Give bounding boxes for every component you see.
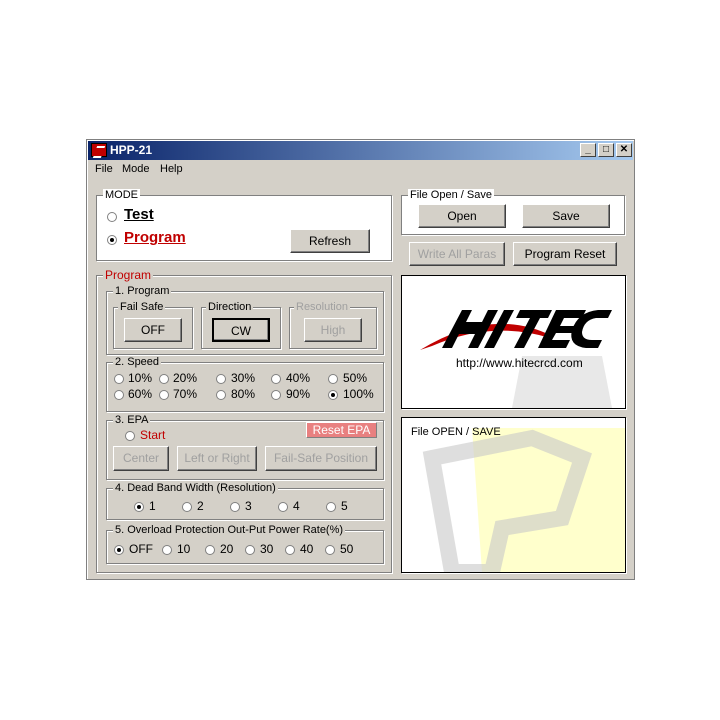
speed-radio-20[interactable]	[159, 374, 169, 384]
epa-left-right-button[interactable]: Left or Right	[177, 446, 257, 471]
window-title: HPP-21	[110, 143, 153, 157]
save-button[interactable]: Save	[522, 204, 610, 228]
overload-radio-50[interactable]	[325, 545, 335, 555]
dead-band-label-3: 3	[245, 499, 252, 513]
fail-safe-group: Fail Safe OFF	[113, 301, 193, 349]
file-legend: File Open / Save	[408, 189, 494, 201]
mode-legend: MODE	[103, 189, 140, 201]
speed-legend: 2. Speed	[113, 356, 162, 368]
fail-safe-legend: Fail Safe	[118, 301, 166, 313]
overload-label-10: 10	[177, 542, 191, 556]
menu-bar: File Mode Help	[88, 160, 633, 180]
speed-label-40: 40%	[286, 371, 311, 385]
speed-radio-50[interactable]	[328, 374, 338, 384]
program-mode-label: Program	[124, 229, 186, 246]
maximize-button[interactable]: □	[598, 143, 614, 157]
dead-band-label-5: 5	[341, 499, 348, 513]
program-settings-legend: 1. Program	[113, 285, 172, 297]
menu-file[interactable]: File	[95, 163, 113, 175]
close-button[interactable]: ✕	[616, 143, 632, 157]
dead-band-label-1: 1	[149, 499, 156, 513]
epa-start-radio[interactable]	[125, 431, 135, 441]
hitec-app-icon	[91, 143, 107, 157]
test-radio[interactable]	[107, 212, 117, 222]
write-all-paras-button[interactable]: Write All Paras	[409, 242, 505, 266]
open-button[interactable]: Open	[418, 204, 506, 228]
overload-label-off: OFF	[129, 542, 153, 556]
resolution-group: Resolution High	[289, 301, 377, 349]
speed-label-50: 50%	[343, 371, 368, 385]
overload-radio-40[interactable]	[285, 545, 295, 555]
program-legend: Program	[103, 268, 154, 282]
dead-band-radio-5[interactable]	[326, 502, 336, 512]
file-status-panel: File OPEN / SAVE	[401, 417, 626, 573]
epa-center-button[interactable]: Center	[113, 446, 169, 471]
speed-radio-90[interactable]	[271, 390, 281, 400]
overload-label-30: 30	[260, 542, 274, 556]
program-radio[interactable]	[107, 235, 117, 245]
overload-label-50: 50	[340, 542, 354, 556]
epa-legend: 3. EPA	[113, 414, 151, 426]
epa-group: 3. EPA Start Reset EPA Center Left or Ri…	[106, 414, 384, 480]
speed-radio-80[interactable]	[216, 390, 226, 400]
menu-mode[interactable]: Mode	[122, 163, 150, 175]
speed-radio-60[interactable]	[114, 390, 124, 400]
app-window: HPP-21 _ □ ✕ File Mode Help MODE Test Pr…	[86, 139, 635, 580]
reset-epa-button[interactable]: Reset EPA	[306, 422, 377, 438]
logo-panel: http://www.hitecrcd.com	[401, 275, 626, 409]
speed-radio-30[interactable]	[216, 374, 226, 384]
dead-band-group: 4. Dead Band Width (Resolution) 1 2 3 4 …	[106, 482, 384, 520]
epa-fail-safe-position-button[interactable]: Fail-Safe Position	[265, 446, 377, 471]
mode-group: MODE Test Program Refresh	[96, 189, 392, 261]
overload-label-20: 20	[220, 542, 234, 556]
title-bar[interactable]: HPP-21 _ □ ✕	[88, 141, 633, 160]
epa-start-label: Start	[140, 428, 166, 442]
speed-radio-40[interactable]	[271, 374, 281, 384]
overload-radio-30[interactable]	[245, 545, 255, 555]
refresh-button[interactable]: Refresh	[290, 229, 370, 253]
resolution-legend: Resolution	[294, 301, 350, 313]
speed-label-20: 20%	[173, 371, 198, 385]
overload-radio-20[interactable]	[205, 545, 215, 555]
watermark-graphic	[402, 418, 625, 572]
menu-help[interactable]: Help	[160, 163, 183, 175]
fail-safe-off-button[interactable]: OFF	[124, 318, 182, 342]
overload-radio-off[interactable]	[114, 545, 124, 555]
file-open-save-group: File Open / Save Open Save	[401, 189, 625, 235]
program-settings-group: 1. Program Fail Safe OFF Direction CW Re…	[106, 285, 384, 355]
dead-band-radio-2[interactable]	[182, 502, 192, 512]
speed-group: 2. Speed 10% 20% 30% 40% 50% 60% 70% 80%…	[106, 356, 384, 412]
file-status-label: File OPEN / SAVE	[411, 426, 501, 438]
speed-radio-10[interactable]	[114, 374, 124, 384]
test-label: Test	[124, 206, 154, 223]
dead-band-label-2: 2	[197, 499, 204, 513]
dead-band-radio-4[interactable]	[278, 502, 288, 512]
speed-radio-100[interactable]	[328, 390, 338, 400]
direction-cw-button[interactable]: CW	[212, 318, 270, 342]
overload-group: 5. Overload Protection Out-Put Power Rat…	[106, 524, 384, 564]
hitec-logo	[420, 310, 612, 408]
overload-radio-10[interactable]	[162, 545, 172, 555]
hitec-url: http://www.hitecrcd.com	[456, 356, 583, 370]
speed-label-70: 70%	[173, 387, 198, 401]
speed-label-80: 80%	[231, 387, 256, 401]
speed-radio-70[interactable]	[159, 390, 169, 400]
program-reset-button[interactable]: Program Reset	[513, 242, 617, 266]
program-group: Program 1. Program Fail Safe OFF Directi…	[96, 269, 392, 573]
direction-group: Direction CW	[201, 301, 281, 349]
dead-band-label-4: 4	[293, 499, 300, 513]
overload-label-40: 40	[300, 542, 314, 556]
speed-label-90: 90%	[286, 387, 311, 401]
speed-label-10: 10%	[128, 371, 153, 385]
direction-legend: Direction	[206, 301, 254, 313]
speed-label-60: 60%	[128, 387, 153, 401]
dead-band-legend: 4. Dead Band Width (Resolution)	[113, 482, 278, 494]
speed-label-30: 30%	[231, 371, 256, 385]
speed-label-100: 100%	[343, 387, 374, 401]
overload-legend: 5. Overload Protection Out-Put Power Rat…	[113, 524, 346, 536]
dead-band-radio-3[interactable]	[230, 502, 240, 512]
dead-band-radio-1[interactable]	[134, 502, 144, 512]
minimize-button[interactable]: _	[580, 143, 596, 157]
resolution-high-button[interactable]: High	[304, 318, 362, 342]
